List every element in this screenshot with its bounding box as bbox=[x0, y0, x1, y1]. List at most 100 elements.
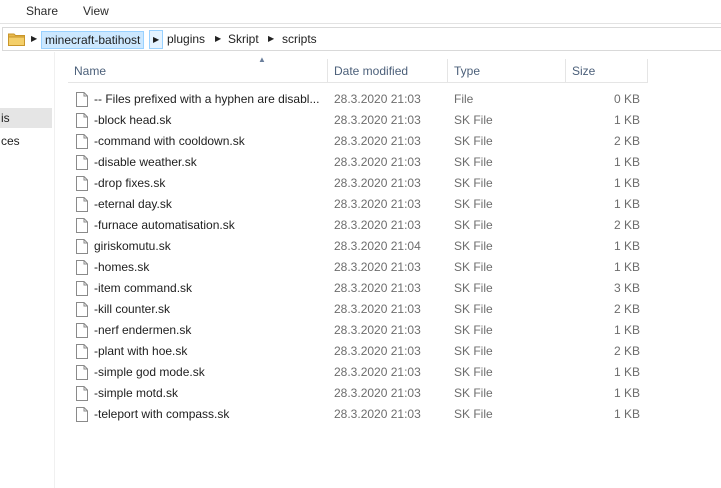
file-date: 28.3.2020 21:03 bbox=[334, 218, 421, 232]
breadcrumb-scripts[interactable]: scripts bbox=[279, 31, 320, 49]
column-date-modified[interactable]: Date modified bbox=[328, 59, 448, 83]
file-row[interactable]: -plant with hoe.sk 28.3.2020 21:03 SK File… bbox=[68, 341, 648, 362]
file-icon bbox=[76, 239, 88, 254]
file-date: 28.3.2020 21:03 bbox=[334, 344, 421, 358]
file-date: 28.3.2020 21:03 bbox=[334, 281, 421, 295]
file-size: 1 KB bbox=[613, 197, 640, 211]
ribbon: Share View bbox=[0, 0, 721, 24]
file-icon bbox=[76, 134, 88, 149]
chevron-right-icon[interactable]: ▶ bbox=[268, 34, 274, 43]
file-type: SK File bbox=[454, 134, 493, 148]
address-bar[interactable]: ▶ minecraft-batihost ▶ plugins ▶ Skript … bbox=[2, 27, 721, 51]
file-name: -disable weather.sk bbox=[94, 155, 197, 169]
file-date: 28.3.2020 21:03 bbox=[334, 302, 421, 316]
column-name[interactable]: Name bbox=[68, 59, 328, 83]
file-icon bbox=[76, 113, 88, 128]
chevron-right-icon[interactable]: ▶ bbox=[215, 34, 221, 43]
breadcrumb-plugins[interactable]: plugins bbox=[164, 31, 208, 49]
file-icon bbox=[76, 407, 88, 422]
file-size: 1 KB bbox=[613, 386, 640, 400]
file-name: -simple motd.sk bbox=[94, 386, 179, 400]
column-type[interactable]: Type bbox=[448, 59, 566, 83]
breadcrumb-dropdown[interactable]: ▶ bbox=[149, 30, 163, 49]
file-name: -block head.sk bbox=[94, 113, 172, 127]
file-icon bbox=[76, 365, 88, 380]
file-name: -kill counter.sk bbox=[94, 302, 171, 316]
file-type: SK File bbox=[454, 281, 493, 295]
file-size: 3 KB bbox=[613, 281, 640, 295]
file-type: SK File bbox=[454, 323, 493, 337]
chevron-right-icon: ▶ bbox=[153, 35, 160, 44]
file-icon bbox=[76, 323, 88, 338]
file-icon bbox=[76, 155, 88, 170]
file-type: File bbox=[454, 92, 474, 106]
nav-item-2[interactable]: ces bbox=[0, 131, 52, 151]
file-type: SK File bbox=[454, 239, 493, 253]
file-date: 28.3.2020 21:03 bbox=[334, 260, 421, 274]
ribbon-tab-view[interactable]: View bbox=[81, 3, 111, 19]
column-size[interactable]: Size bbox=[566, 59, 648, 83]
file-date: 28.3.2020 21:03 bbox=[334, 197, 421, 211]
file-date: 28.3.2020 21:03 bbox=[334, 92, 421, 106]
nav-item-1[interactable]: is bbox=[0, 108, 52, 128]
file-name: -nerf endermen.sk bbox=[94, 323, 192, 337]
file-size: 0 KB bbox=[613, 92, 640, 106]
file-size: 1 KB bbox=[613, 176, 640, 190]
file-row[interactable]: -kill counter.sk 28.3.2020 21:03 SK File 2 … bbox=[68, 299, 648, 320]
folder-icon bbox=[8, 33, 25, 46]
column-header: ▲ Name Date modified Type Size bbox=[68, 55, 648, 83]
file-date: 28.3.2020 21:03 bbox=[334, 365, 421, 379]
file-name: -homes.sk bbox=[94, 260, 150, 274]
file-row[interactable]: -simple god mode.sk 28.3.2020 21:03 SK Fil… bbox=[68, 362, 648, 383]
file-row[interactable]: -simple motd.sk 28.3.2020 21:03 SK File 1 K… bbox=[68, 383, 648, 404]
file-date: 28.3.2020 21:03 bbox=[334, 386, 421, 400]
file-icon bbox=[76, 260, 88, 275]
file-row[interactable]: giriskomutu.sk 28.3.2020 21:04 SK File 1 KB bbox=[68, 236, 648, 257]
file-name: -plant with hoe.sk bbox=[94, 344, 188, 358]
file-type: SK File bbox=[454, 386, 493, 400]
breadcrumb-skript[interactable]: Skript bbox=[225, 31, 262, 49]
file-size: 2 KB bbox=[613, 344, 640, 358]
file-row[interactable]: -disable weather.sk 28.3.2020 21:03 SK Fil… bbox=[68, 152, 648, 173]
file-size: 2 KB bbox=[613, 218, 640, 232]
file-row[interactable]: -furnace automatisation.sk 28.3.2020 21:0… bbox=[68, 215, 648, 236]
file-size: 1 KB bbox=[613, 239, 640, 253]
file-type: SK File bbox=[454, 365, 493, 379]
file-date: 28.3.2020 21:03 bbox=[334, 407, 421, 421]
file-row[interactable]: -item command.sk 28.3.2020 21:03 SK File 3 … bbox=[68, 278, 648, 299]
file-type: SK File bbox=[454, 197, 493, 211]
file-row[interactable]: -eternal day.sk 28.3.2020 21:03 SK File 1 K… bbox=[68, 194, 648, 215]
file-icon bbox=[76, 302, 88, 317]
file-type: SK File bbox=[454, 155, 493, 169]
file-type: SK File bbox=[454, 260, 493, 274]
file-name: -simple god mode.sk bbox=[94, 365, 205, 379]
file-icon bbox=[76, 218, 88, 233]
file-date: 28.3.2020 21:04 bbox=[334, 239, 421, 253]
file-type: SK File bbox=[454, 344, 493, 358]
file-row[interactable]: -teleport with compass.sk 28.3.2020 21:03… bbox=[68, 404, 648, 425]
file-name: giriskomutu.sk bbox=[94, 239, 171, 253]
file-row[interactable]: -homes.sk 28.3.2020 21:03 SK File 1 KB bbox=[68, 257, 648, 278]
file-name: -drop fixes.sk bbox=[94, 176, 166, 190]
file-type: SK File bbox=[454, 407, 493, 421]
file-name: -teleport with compass.sk bbox=[94, 407, 230, 421]
file-size: 1 KB bbox=[613, 407, 640, 421]
file-name: -- Files prefixed with a hyphen are disa… bbox=[94, 92, 320, 106]
file-date: 28.3.2020 21:03 bbox=[334, 113, 421, 127]
file-row[interactable]: -- Files prefixed with a hyphen are disa… bbox=[68, 89, 648, 110]
file-row[interactable]: -nerf endermen.sk 28.3.2020 21:03 SK File 1… bbox=[68, 320, 648, 341]
file-size: 2 KB bbox=[613, 134, 640, 148]
file-type: SK File bbox=[454, 176, 493, 190]
chevron-right-icon[interactable]: ▶ bbox=[31, 34, 37, 43]
navigation-pane: is ces bbox=[0, 52, 55, 488]
file-icon bbox=[76, 197, 88, 212]
file-row[interactable]: -block head.sk 28.3.2020 21:03 SK File 1 KB bbox=[68, 110, 648, 131]
file-icon bbox=[76, 176, 88, 191]
file-date: 28.3.2020 21:03 bbox=[334, 134, 421, 148]
breadcrumb-minecraft-batihost[interactable]: minecraft-batihost bbox=[41, 31, 145, 49]
file-icon bbox=[76, 281, 88, 296]
file-row[interactable]: -command with cooldown.sk 28.3.2020 21:03… bbox=[68, 131, 648, 152]
ribbon-tab-share[interactable]: Share bbox=[24, 3, 60, 19]
file-size: 1 KB bbox=[613, 323, 640, 337]
file-row[interactable]: -drop fixes.sk 28.3.2020 21:03 SK File 1 KB bbox=[68, 173, 648, 194]
